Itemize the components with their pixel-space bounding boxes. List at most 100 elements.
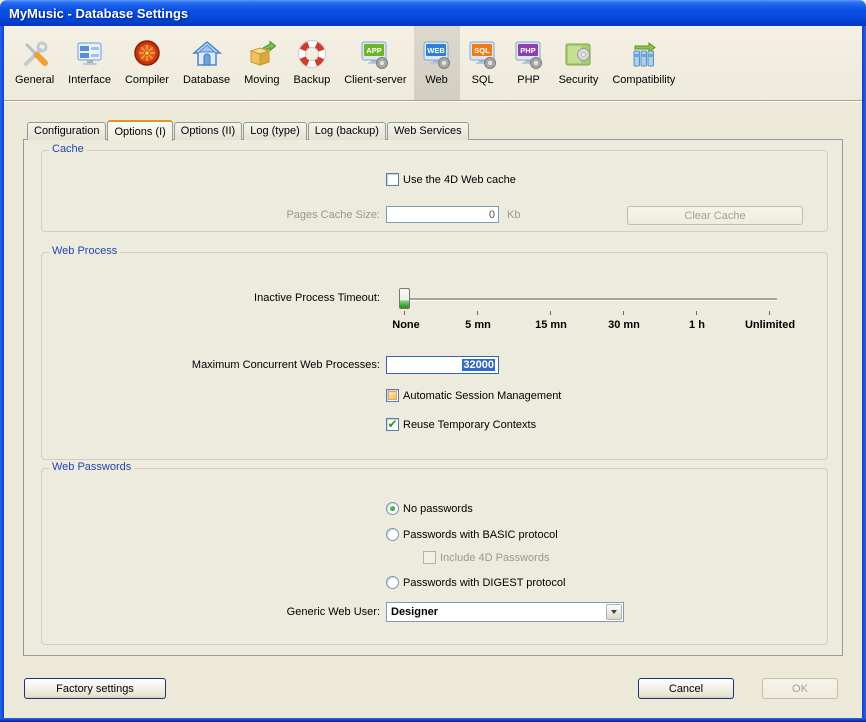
slider-label-15mn: 15 mn	[535, 319, 567, 331]
toolbar-item-client-server[interactable]: APP Client-server	[337, 26, 413, 100]
slider-label-1h: 1 h	[689, 319, 705, 331]
toolbar-item-php[interactable]: PHP PHP	[506, 26, 552, 100]
cache-group-legend: Cache	[49, 143, 87, 155]
no-passwords-label[interactable]: No passwords	[403, 503, 473, 515]
max-concurrent-processes-label: Maximum Concurrent Web Processes:	[42, 359, 380, 371]
automatic-session-management-checkbox[interactable]	[386, 389, 399, 402]
web-process-group-legend: Web Process	[49, 245, 120, 257]
inactive-process-timeout-label: Inactive Process Timeout:	[42, 292, 380, 304]
moving-box-icon	[246, 39, 278, 71]
app-monitor-icon: APP	[359, 39, 391, 71]
tab-options-2[interactable]: Options (II)	[174, 122, 242, 140]
max-processes-selected-text: 32000	[462, 359, 495, 371]
toolbar-item-moving[interactable]: Moving	[237, 26, 286, 100]
slider-tick	[404, 311, 405, 315]
client-area: General Interface	[4, 26, 862, 718]
toolbar-label-compiler: Compiler	[125, 74, 169, 86]
ok-button[interactable]: OK	[762, 678, 838, 699]
cache-group: Cache Use the 4D Web cache Pages Cache S…	[41, 150, 828, 232]
generic-web-user-dropdown[interactable]: Designer	[386, 602, 624, 622]
no-passwords-radio[interactable]	[386, 502, 399, 515]
cancel-button[interactable]: Cancel	[638, 678, 734, 699]
binders-icon	[628, 39, 660, 71]
timeout-slider-track[interactable]	[400, 298, 777, 300]
svg-text:WEB: WEB	[427, 46, 445, 55]
passwords-basic-label[interactable]: Passwords with BASIC protocol	[403, 529, 558, 541]
toolbar-item-general[interactable]: General	[8, 26, 61, 100]
slider-label-unlimited: Unlimited	[745, 319, 795, 331]
generic-web-user-label: Generic Web User:	[42, 606, 380, 618]
toolbar-label-interface: Interface	[68, 74, 111, 86]
sql-monitor-icon: SQL	[467, 39, 499, 71]
toolbar-label-sql: SQL	[472, 74, 494, 86]
toolbar-item-compatibility[interactable]: Compatibility	[605, 26, 682, 100]
clear-cache-button[interactable]: Clear Cache	[627, 206, 803, 225]
timeout-slider-thumb[interactable]	[399, 288, 410, 309]
web-process-group: Web Process Inactive Process Timeout: No…	[41, 252, 828, 460]
slider-tick	[696, 311, 697, 315]
toolbar-item-database[interactable]: Database	[176, 26, 237, 100]
title-bar[interactable]: MyMusic - Database Settings	[0, 0, 866, 26]
tab-web-services[interactable]: Web Services	[387, 122, 469, 140]
max-concurrent-processes-input[interactable]: 32000	[386, 356, 499, 374]
dropdown-arrow-button[interactable]	[606, 604, 622, 620]
interface-monitor-icon	[74, 39, 106, 71]
factory-settings-button[interactable]: Factory settings	[24, 678, 166, 699]
security-icon	[562, 39, 594, 71]
window-border-right	[862, 26, 866, 718]
passwords-basic-radio[interactable]	[386, 528, 399, 541]
web-monitor-icon: WEB	[421, 39, 453, 71]
include-4d-passwords-checkbox[interactable]	[423, 551, 436, 564]
tab-configuration[interactable]: Configuration	[27, 122, 106, 140]
toolbar-label-php: PHP	[517, 74, 540, 86]
check-mark: ✔	[387, 419, 397, 430]
use-4d-web-cache-checkbox[interactable]	[386, 173, 399, 186]
reuse-temporary-contexts-checkbox[interactable]: ✔	[386, 418, 399, 431]
cache-size-unit-label: Kb	[507, 209, 520, 221]
web-passwords-group-legend: Web Passwords	[49, 461, 134, 473]
settings-toolbar: General Interface	[4, 26, 862, 101]
slider-tick	[769, 311, 770, 315]
compiler-wheel-icon	[131, 39, 163, 71]
toolbar-item-interface[interactable]: Interface	[61, 26, 118, 100]
settings-tab-bar: Configuration Options (I) Options (II) L…	[27, 119, 470, 140]
slider-tick	[550, 311, 551, 315]
slider-tick	[477, 311, 478, 315]
toolbar-item-web[interactable]: WEB Web	[414, 26, 460, 100]
pages-cache-size-input[interactable]: 0	[386, 206, 499, 223]
passwords-digest-label[interactable]: Passwords with DIGEST protocol	[403, 577, 565, 589]
pages-cache-size-value: 0	[489, 209, 495, 221]
web-passwords-group: Web Passwords No passwords Passwords wit…	[41, 468, 828, 645]
slider-tick	[623, 311, 624, 315]
php-monitor-icon: PHP	[513, 39, 545, 71]
use-4d-web-cache-label[interactable]: Use the 4D Web cache	[403, 174, 516, 186]
generic-web-user-value: Designer	[387, 606, 605, 618]
tools-icon	[19, 39, 51, 71]
tab-log-type[interactable]: Log (type)	[243, 122, 307, 140]
tab-options-1[interactable]: Options (I)	[107, 120, 172, 141]
toolbar-label-general: General	[15, 74, 54, 86]
toolbar-label-backup: Backup	[294, 74, 331, 86]
reuse-temporary-contexts-label[interactable]: Reuse Temporary Contexts	[403, 419, 536, 431]
slider-label-5mn: 5 mn	[465, 319, 491, 331]
toolbar-item-backup[interactable]: Backup	[287, 26, 338, 100]
toolbar-item-sql[interactable]: SQL SQL	[460, 26, 506, 100]
lifebuoy-icon	[296, 39, 328, 71]
toolbar-label-moving: Moving	[244, 74, 279, 86]
svg-text:PHP: PHP	[520, 46, 535, 55]
tab-log-backup[interactable]: Log (backup)	[308, 122, 386, 140]
chevron-down-icon	[611, 610, 617, 614]
svg-text:APP: APP	[367, 46, 382, 55]
database-home-icon	[191, 39, 223, 71]
toolbar-label-security: Security	[559, 74, 599, 86]
window-border-bottom	[0, 718, 866, 722]
include-4d-passwords-label: Include 4D Passwords	[440, 552, 549, 564]
toolbar-item-compiler[interactable]: Compiler	[118, 26, 176, 100]
slider-label-none: None	[392, 319, 420, 331]
window-title: MyMusic - Database Settings	[9, 6, 188, 21]
toolbar-item-security[interactable]: Security	[552, 26, 606, 100]
automatic-session-management-label[interactable]: Automatic Session Management	[403, 390, 561, 402]
toolbar-label-compatibility: Compatibility	[612, 74, 675, 86]
passwords-digest-radio[interactable]	[386, 576, 399, 589]
slider-label-30mn: 30 mn	[608, 319, 640, 331]
